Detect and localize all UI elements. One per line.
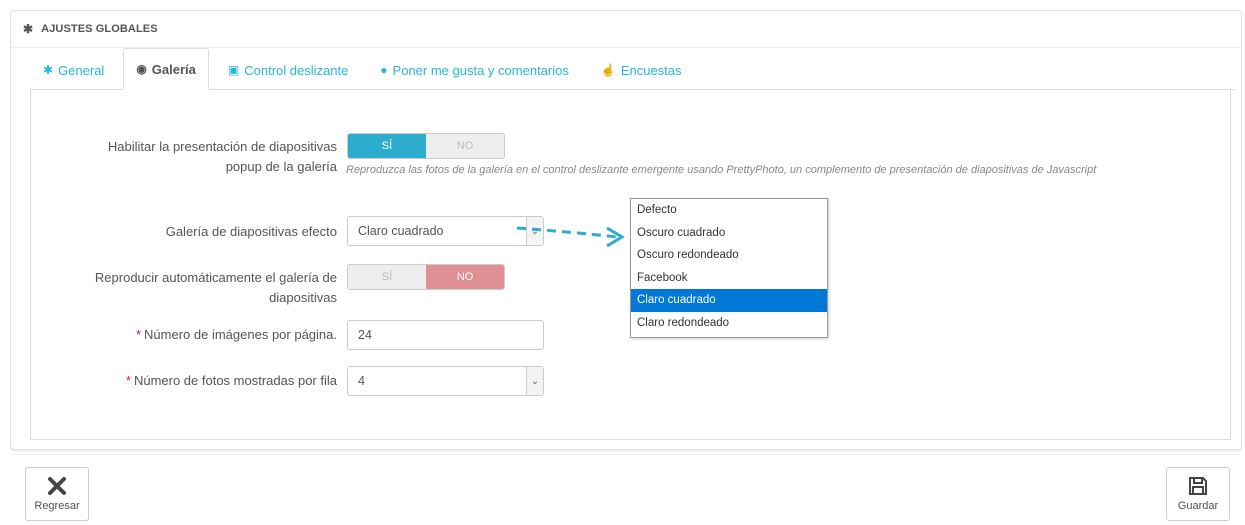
chevron-down-icon: ⌄ — [526, 367, 543, 395]
dropdown-option[interactable]: Defecto — [631, 199, 827, 222]
close-icon — [48, 477, 66, 495]
tab-bar: ✱ General ◉ Galería ▣ Control deslizante… — [30, 48, 1235, 90]
tab-label: Galería — [151, 61, 196, 77]
popup-help-text: Reproduzca las fotos de la galería en el… — [346, 164, 1097, 176]
label-text: Número de imágenes por página. — [144, 327, 337, 342]
select-value: Claro cuadrado — [358, 224, 444, 238]
panel-heading: ✱ AJUSTES GLOBALES — [11, 11, 1241, 48]
save-icon — [1189, 477, 1207, 495]
tab-slider[interactable]: ▣ Control deslizante — [215, 50, 361, 89]
required-marker: * — [135, 327, 142, 342]
dropdown-option[interactable]: Claro redondeado — [631, 312, 827, 335]
toggle-yes[interactable]: SÍ — [348, 265, 426, 289]
dropdown-option-selected[interactable]: Claro cuadrado — [631, 289, 827, 312]
tab-polls[interactable]: ☝ Encuestas — [588, 50, 695, 89]
input-value: 24 — [358, 328, 372, 342]
popup-slideshow-label: Habilitar la presentación de diapositiva… — [40, 137, 337, 177]
toggle-no[interactable]: NO — [426, 134, 504, 158]
tab-label: Control deslizante — [244, 62, 349, 78]
toggle-yes[interactable]: SÍ — [348, 134, 426, 158]
footer-divider — [10, 454, 1240, 455]
autoplay-label: Reproducir automáticamente el galería de… — [40, 268, 337, 308]
effect-label: Galería de diapositivas efecto — [165, 224, 337, 239]
photos-per-row-select[interactable]: 4 ⌄ — [347, 366, 544, 396]
autoplay-toggle[interactable]: SÍ NO — [347, 264, 505, 290]
dropdown-option[interactable]: Oscuro redondeado — [631, 244, 827, 267]
effect-dropdown-list[interactable]: Defecto Oscuro cuadrado Oscuro redondead… — [630, 198, 828, 338]
button-label: Regresar — [34, 500, 80, 512]
gear-icon: ✱ — [23, 22, 34, 36]
dashboard-icon: ◉ — [136, 62, 147, 76]
panel-title: AJUSTES GLOBALES — [41, 23, 158, 35]
required-marker: * — [125, 373, 131, 388]
label-line: Habilitar la presentación de diapositiva… — [107, 139, 337, 154]
label-line: popup de la galería — [225, 159, 337, 174]
tab-gallery[interactable]: ◉ Galería — [123, 48, 209, 90]
gear-icon: ✱ — [43, 63, 54, 77]
images-per-page-label: * Número de imágenes por página. — [40, 325, 337, 345]
tab-label: General — [58, 62, 105, 78]
back-button[interactable]: Regresar — [25, 467, 89, 521]
popup-slideshow-toggle[interactable]: SÍ NO — [347, 133, 505, 159]
label-text: Número de fotos mostradas por fila — [133, 373, 337, 388]
images-per-page-input[interactable]: 24 — [347, 320, 544, 350]
tab-label: Poner me gusta y comentarios — [392, 62, 569, 78]
tab-label: Encuestas — [620, 62, 682, 78]
toggle-no[interactable]: NO — [426, 265, 504, 289]
comments-icon: ● — [380, 63, 388, 77]
photos-per-row-label: * Número de fotos mostradas por fila — [40, 371, 337, 391]
label-line: Reproducir automáticamente el galería de — [94, 270, 337, 285]
dropdown-option[interactable]: Oscuro cuadrado — [631, 222, 827, 245]
button-label: Guardar — [1177, 500, 1219, 512]
image-icon: ▣ — [227, 63, 240, 77]
tab-general[interactable]: ✱ General — [30, 50, 117, 89]
save-button[interactable]: Guardar — [1166, 467, 1230, 521]
tab-likes-comments[interactable]: ● Poner me gusta y comentarios — [367, 50, 582, 89]
arrow-annotation — [516, 226, 625, 248]
dropdown-option[interactable]: Facebook — [631, 267, 827, 290]
label-line: diapositivas — [269, 290, 337, 305]
select-value: 4 — [358, 374, 365, 388]
thumbs-up-icon: ☝ — [600, 63, 616, 77]
